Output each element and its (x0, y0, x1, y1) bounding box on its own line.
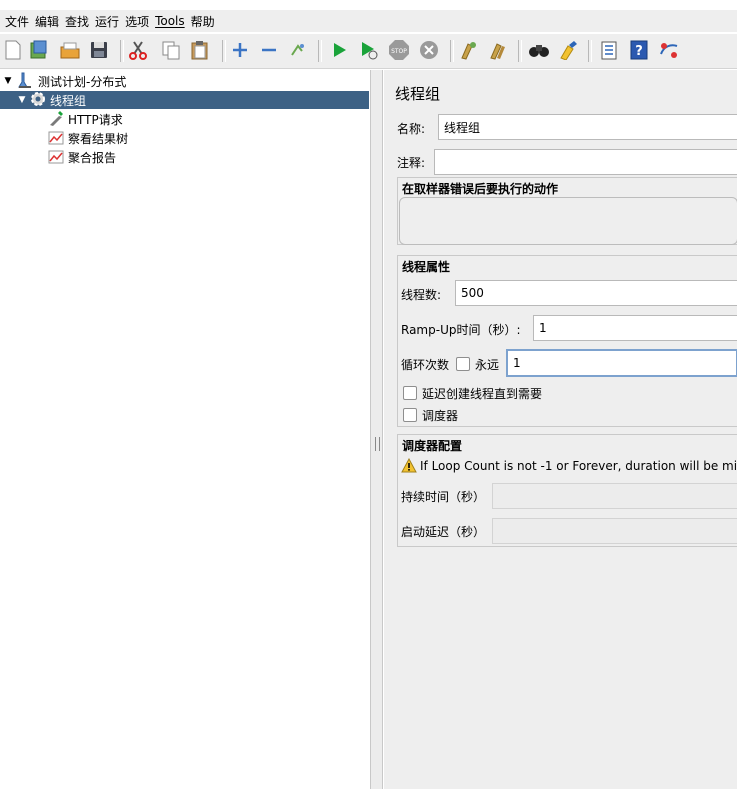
delay-thread-creation-checkbox[interactable] (403, 386, 417, 400)
menu-bar: 文件 编辑 查找 运行 选项 Tools 帮助 (0, 10, 737, 32)
tree-label-http-request: HTTP请求 (68, 112, 123, 127)
menu-options[interactable]: 选项 (125, 13, 149, 30)
toolbar-separator (588, 40, 592, 62)
forever-checkbox[interactable] (456, 357, 470, 371)
menu-search[interactable]: 查找 (65, 13, 89, 30)
svg-text:?: ? (635, 44, 643, 59)
pipette-icon (48, 110, 64, 129)
collapse-icon[interactable] (258, 39, 280, 61)
stop-icon[interactable]: STOP (388, 39, 410, 61)
expand-icon[interactable] (229, 39, 251, 61)
copy-icon[interactable] (160, 39, 182, 61)
comment-label: 注释: (397, 156, 426, 170)
toolbar-separator (222, 40, 226, 62)
toolbar-separator (450, 40, 454, 62)
tree-expand-icon[interactable]: ▼ (16, 95, 28, 105)
save-icon[interactable] (88, 39, 110, 61)
cut-icon[interactable] (127, 39, 149, 61)
toolbar-separator (518, 40, 522, 62)
graph-icon (48, 148, 64, 167)
shutdown-icon[interactable] (418, 39, 440, 61)
startup-delay-field[interactable] (492, 518, 737, 544)
thread-group-panel: 线程组 名称: 线程组 注释: 在取样器错误后要执行的动作 线程属性 线程数: … (384, 70, 737, 789)
tree-node-thread-group[interactable]: ▼ 线程组 (0, 91, 369, 109)
start-icon[interactable] (328, 39, 350, 61)
scheduler-label: 调度器 (422, 409, 459, 423)
splitter-grip[interactable] (375, 437, 380, 451)
tree-node-aggregate-report[interactable]: 聚合报告 (48, 148, 116, 166)
open-icon[interactable] (59, 39, 81, 61)
tree-node-test-plan[interactable]: ▼ 测试计划-分布式 (2, 72, 126, 90)
name-label: 名称: (397, 122, 426, 136)
reset-search-icon[interactable] (557, 39, 579, 61)
graph-icon (48, 129, 64, 148)
split-pane-divider[interactable] (370, 70, 383, 789)
test-plan-icon (18, 72, 34, 91)
paste-icon[interactable] (189, 39, 211, 61)
comment-field[interactable] (434, 149, 737, 175)
menu-run[interactable]: 运行 (95, 13, 119, 30)
scheduler-checkbox[interactable] (403, 408, 417, 422)
toolbar-separator (120, 40, 124, 62)
rampup-label: Ramp-Up时间（秒）: (401, 323, 521, 337)
warning-icon (401, 457, 417, 476)
delay-thread-creation-label: 延迟创建线程直到需要 (422, 387, 543, 401)
loop-count-label: 循环次数 (401, 358, 450, 372)
function-helper-icon[interactable] (598, 39, 620, 61)
duration-field[interactable] (492, 483, 737, 509)
sampler-error-action-title: 在取样器错误后要执行的动作 (402, 182, 559, 196)
threads-field[interactable]: 500 (455, 280, 737, 306)
test-plan-tree: ▼ 测试计划-分布式 ▼ 线程组 HTTP请求 察看结果树 聚合报告 (0, 70, 370, 789)
forever-label: 永远 (475, 358, 500, 372)
clear-all-icon[interactable] (487, 39, 509, 61)
templates-icon[interactable] (28, 39, 50, 61)
tree-label-test-plan: 测试计划-分布式 (38, 74, 127, 89)
threads-label: 线程数: (401, 288, 442, 302)
tree-label-view-results-tree: 察看结果树 (68, 131, 129, 146)
remote-icon[interactable] (658, 39, 680, 61)
menu-help[interactable]: 帮助 (191, 13, 215, 30)
menu-edit[interactable]: 编辑 (35, 13, 59, 30)
new-icon[interactable] (2, 39, 24, 61)
toolbar-separator (318, 40, 322, 62)
start-no-pause-icon[interactable] (358, 39, 380, 61)
search-icon[interactable] (528, 39, 550, 61)
tree-label-thread-group: 线程组 (50, 93, 87, 108)
loop-count-field[interactable]: 1 (506, 349, 737, 377)
toolbar: STOP ? (0, 34, 737, 69)
menu-file[interactable]: 文件 (5, 13, 29, 30)
tree-expand-icon[interactable]: ▼ (2, 76, 14, 86)
scheduler-config-title: 调度器配置 (402, 439, 463, 453)
tree-node-http-request[interactable]: HTTP请求 (48, 110, 123, 128)
startup-delay-label: 启动延迟（秒） (401, 525, 486, 539)
duration-label: 持续时间（秒） (401, 490, 486, 504)
help-icon[interactable]: ? (628, 39, 650, 61)
loop-count-warning: If Loop Count is not -1 or Forever, dura… (420, 459, 737, 473)
name-field[interactable]: 线程组 (438, 114, 737, 140)
svg-text:STOP: STOP (391, 48, 407, 55)
clear-icon[interactable] (457, 39, 479, 61)
panel-title: 线程组 (395, 85, 441, 103)
error-action-options-box (399, 197, 737, 245)
menu-tools[interactable]: Tools (155, 14, 185, 28)
rampup-field[interactable]: 1 (533, 315, 737, 341)
tree-node-view-results-tree[interactable]: 察看结果树 (48, 129, 128, 147)
gear-icon (30, 91, 46, 110)
toggle-icon[interactable] (287, 39, 309, 61)
thread-properties-title: 线程属性 (402, 260, 451, 274)
tree-label-aggregate-report: 聚合报告 (68, 150, 117, 165)
